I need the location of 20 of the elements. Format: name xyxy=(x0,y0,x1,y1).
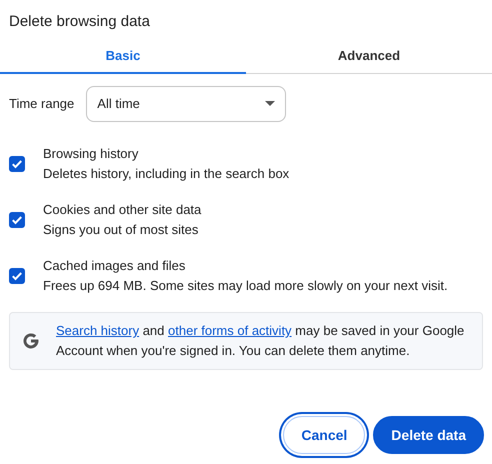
google-g-icon xyxy=(22,332,40,350)
delete-button[interactable]: Delete data xyxy=(373,416,484,454)
option-description: Signs you out of most sites xyxy=(43,221,200,239)
option-title: Cookies and other site data xyxy=(43,201,202,219)
info-text: Search history and other forms of activity may be saved in your Google Account when you're signed in. You can delete them anytime. xyxy=(56,322,466,360)
checkbox[interactable] xyxy=(9,156,25,172)
checkbox[interactable] xyxy=(9,212,25,228)
dialog-title: Delete browsing data xyxy=(8,12,151,32)
time-range-label: Time range xyxy=(9,95,74,114)
link[interactable]: Search history xyxy=(56,323,140,338)
option-title: Cached images and files xyxy=(43,257,186,275)
option-description: Deletes history, including in the search box xyxy=(43,165,290,183)
option-title: Browsing history xyxy=(43,145,140,163)
time-range-dropdown[interactable]: All time xyxy=(86,86,286,122)
caret-icon xyxy=(265,101,276,107)
link[interactable]: other forms of activity xyxy=(168,323,292,338)
checkbox[interactable] xyxy=(9,268,25,284)
option-description: Frees up 694 MB. Some sites may load more slowly on your next visit. xyxy=(43,277,448,295)
tab[interactable]: Basic xyxy=(0,40,246,74)
tab[interactable]: Advanced xyxy=(246,40,492,74)
